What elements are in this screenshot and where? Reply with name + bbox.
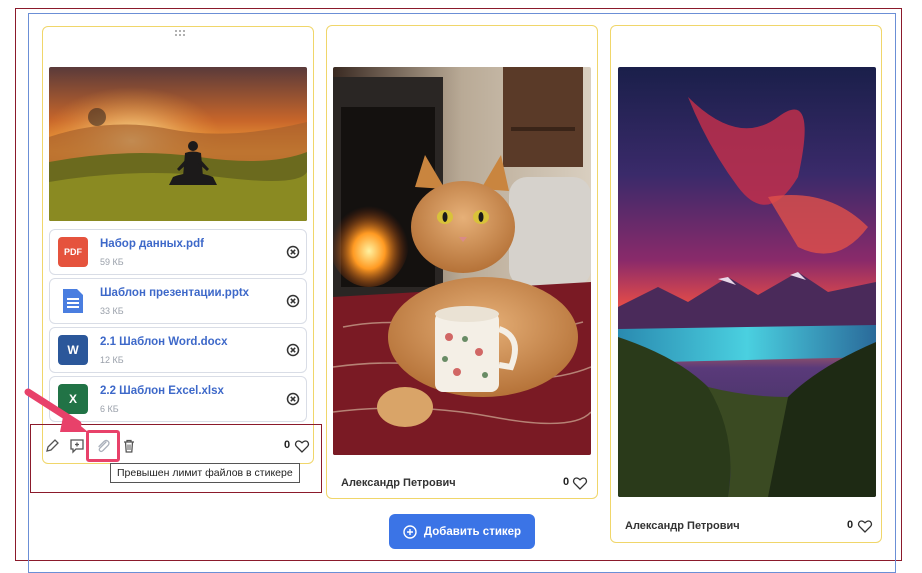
pdf-icon: PDF [58,237,88,267]
mountain-lake-image [618,67,876,497]
add-sticker-label: Добавить стикер [423,525,522,538]
file-item-pptx[interactable]: Шаблон презентации.pptx 33 КБ [49,278,307,324]
sunset-yoga-image [49,67,307,221]
author-name: Александр Петрович [341,477,456,489]
delete-trash-icon[interactable] [120,437,138,455]
remove-file-icon[interactable] [286,245,300,259]
drag-handle-icon[interactable] [174,29,186,37]
like-count: 0 [284,439,291,451]
file-item-xlsx[interactable]: X 2.2 Шаблон Excel.xlsx 6 КБ [49,376,307,422]
file-size: 6 КБ [100,404,119,414]
add-sticker-button[interactable]: Добавить стикер [389,514,535,549]
doc-icon [58,286,88,316]
remove-file-icon[interactable] [286,392,300,406]
remove-file-icon[interactable] [286,343,300,357]
file-name[interactable]: Набор данных.pdf [100,238,204,250]
heart-icon[interactable] [857,518,873,534]
file-name[interactable]: 2.1 Шаблон Word.docx [100,336,227,348]
like-count: 0 [847,519,854,531]
plus-circle-icon [403,524,417,539]
annotation-attach-highlight [86,430,120,462]
file-item-pdf[interactable]: PDF Набор данных.pdf 59 КБ [49,229,307,275]
tooltip-file-limit: Превышен лимит файлов в стикере [110,463,300,483]
add-comment-icon[interactable] [68,437,86,455]
file-name[interactable]: Шаблон презентации.pptx [100,287,249,299]
like-count: 0 [563,476,570,488]
sticker-card[interactable]: Александр Петрович 0 [610,25,882,543]
sticker-card[interactable]: PDF Набор данных.pdf 59 КБ Шаблон презен… [42,26,314,464]
file-size: 33 КБ [100,306,124,316]
heart-icon[interactable] [572,475,588,491]
remove-file-icon[interactable] [286,294,300,308]
sticker-image-mountains[interactable] [618,67,876,497]
author-name: Александр Петрович [625,520,740,532]
sticker-image-cat[interactable] [333,67,591,455]
excel-icon: X [58,384,88,414]
file-size: 12 КБ [100,355,124,365]
sticker-card[interactable]: Александр Петрович 0 [326,25,598,499]
word-icon: W [58,335,88,365]
file-name[interactable]: 2.2 Шаблон Excel.xlsx [100,385,224,397]
file-size: 59 КБ [100,257,124,267]
edit-pencil-icon[interactable] [43,437,61,455]
cat-fireplace-image [333,67,591,455]
sticker-image-sunset-yoga[interactable] [49,67,307,221]
heart-icon[interactable] [294,438,310,454]
file-item-docx[interactable]: W 2.1 Шаблон Word.docx 12 КБ [49,327,307,373]
